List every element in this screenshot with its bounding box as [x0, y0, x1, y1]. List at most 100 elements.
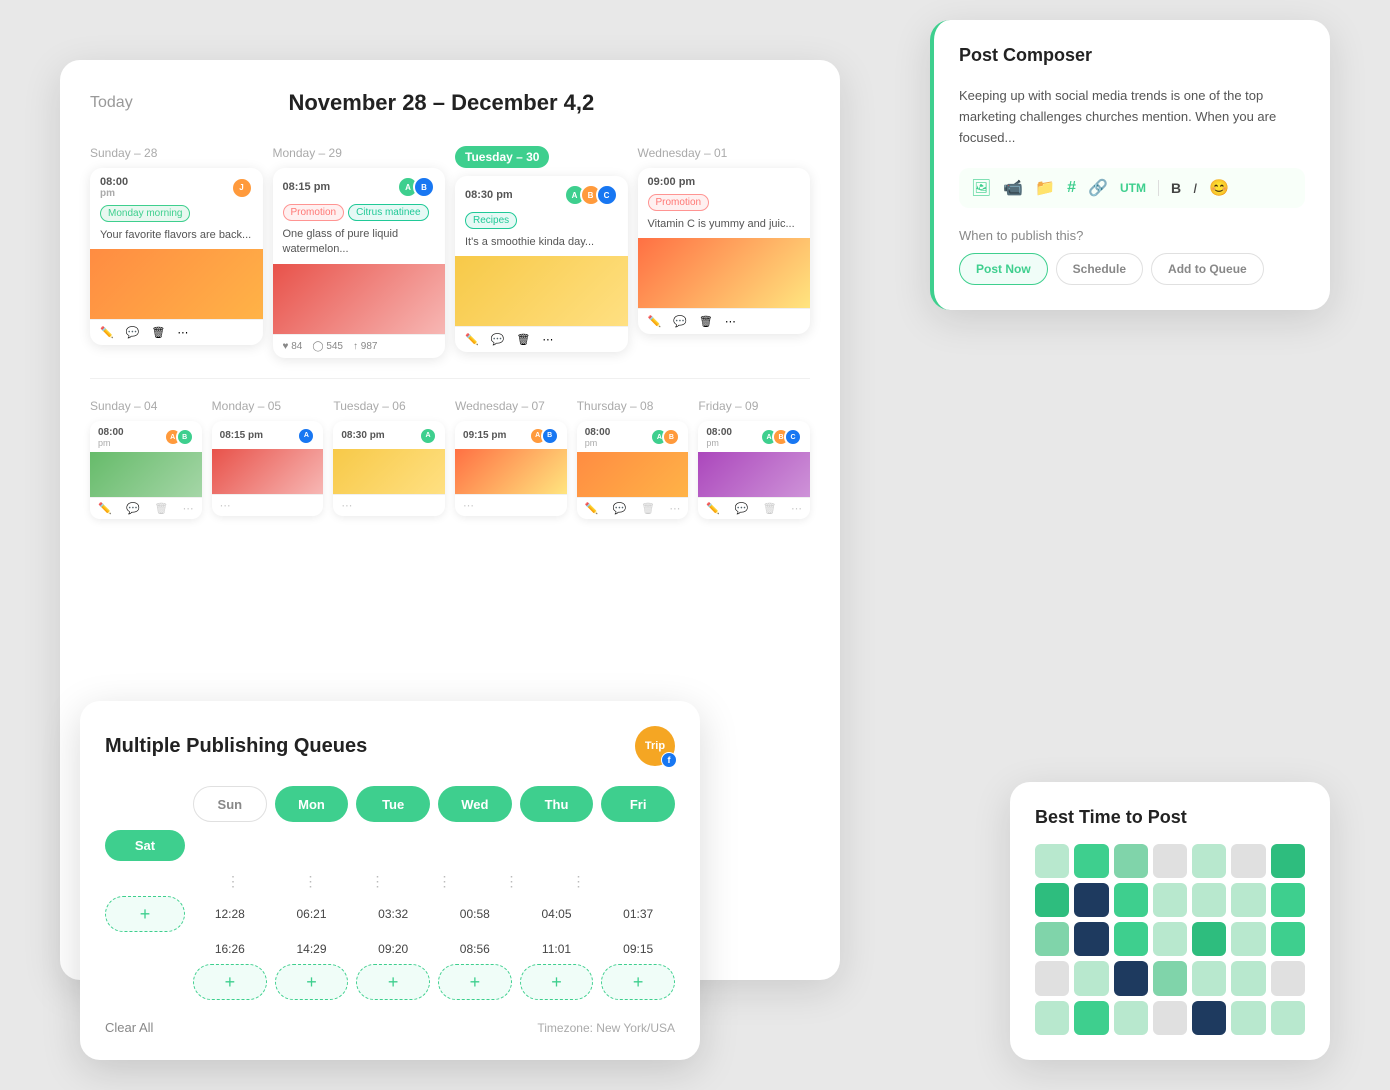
more-icon[interactable]: ⋯ — [220, 499, 231, 512]
more-icon[interactable]: ⋯ — [341, 499, 352, 512]
queue-add-btn-sun[interactable]: + — [105, 896, 185, 932]
day-tue-btn[interactable]: Tue — [356, 786, 430, 822]
post-card-sun28: 08:00 pm J Monday morning Your favorite … — [90, 168, 263, 345]
comment-icon[interactable]: 💬 — [491, 333, 505, 346]
more-icon[interactable]: ⋯ — [177, 326, 188, 339]
italic-icon[interactable]: I — [1193, 180, 1197, 196]
edit-icon[interactable]: ✏️ — [648, 315, 662, 328]
queue-time-mon-2: 16:26 — [193, 942, 267, 956]
best-time-panel: Best Time to Post — [1010, 782, 1330, 1060]
day-label-wed01: Wednesday – 01 — [638, 146, 811, 160]
heat-cell — [1074, 961, 1108, 995]
heat-cell — [1035, 883, 1069, 917]
card-actions: ♥ 84 ◯ 545 ↑ 987 — [273, 334, 446, 358]
edit-icon[interactable]: ✏️ — [465, 333, 479, 346]
post-time: 08:15 pm — [220, 430, 263, 441]
dots-thu: ⋮ — [415, 873, 474, 890]
day-col-wed01: Wednesday – 01 09:00 pm Promotion Vitami… — [638, 146, 811, 358]
image-icon[interactable]: 🖼 — [971, 178, 991, 198]
add-time-mon[interactable]: + — [193, 964, 267, 1000]
add-to-queue-btn[interactable]: Add to Queue — [1151, 253, 1264, 285]
delete-icon[interactable]: 🗑 — [154, 502, 168, 515]
card-actions: ✏️ 💬 🗑 ⋯ — [455, 326, 628, 352]
edit-icon[interactable]: ✏️ — [100, 326, 114, 339]
schedule-btn[interactable]: Schedule — [1056, 253, 1143, 285]
post-card-sm-fri09: 08:00 pm A B C ✏️ 💬 🗑 ⋯ — [698, 421, 810, 519]
add-time-tue[interactable]: + — [275, 964, 349, 1000]
post-time: 08:00 — [98, 427, 124, 438]
composer-text: Keeping up with social media trends is o… — [959, 86, 1305, 148]
folder-icon[interactable]: 📁 — [1035, 178, 1055, 198]
edit-icon[interactable]: ✏️ — [706, 502, 720, 515]
more-icon[interactable]: ⋯ — [725, 315, 736, 328]
post-card-header: 08:00 pm A B C — [698, 421, 810, 452]
queue-time-wed-1: 03:32 — [356, 907, 430, 921]
more-icon[interactable]: ⋯ — [183, 502, 194, 515]
bold-icon[interactable]: B — [1171, 180, 1181, 196]
heat-cell — [1153, 883, 1187, 917]
delete-icon[interactable]: 🗑 — [151, 326, 165, 339]
add-time-thu[interactable]: + — [438, 964, 512, 1000]
day-col-fri09: Friday – 09 08:00 pm A B C ✏️ 💬 — [698, 399, 810, 519]
comment-icon[interactable]: 💬 — [613, 502, 627, 515]
day-sat-btn[interactable]: Sat — [105, 830, 185, 861]
utm-label[interactable]: UTM — [1120, 181, 1146, 195]
post-image — [90, 249, 263, 319]
heat-cell — [1074, 922, 1108, 956]
comment-icon[interactable]: 💬 — [126, 502, 140, 515]
avatars: A B — [397, 176, 435, 198]
add-time-fri[interactable]: + — [520, 964, 594, 1000]
day-col-mon29: Monday – 29 08:15 pm A B Promotion Citru… — [273, 146, 446, 358]
day-label-tue30: Tuesday – 30 — [455, 146, 549, 168]
hashtag-icon[interactable]: # — [1067, 179, 1076, 197]
comment-icon[interactable]: 💬 — [673, 315, 687, 328]
day-thu-btn[interactable]: Thu — [520, 786, 594, 822]
clear-all-button[interactable]: Clear All — [105, 1020, 153, 1035]
more-icon[interactable]: ⋯ — [542, 333, 553, 346]
action-icons[interactable]: ✏️ 💬 🗑 ⋯ — [648, 315, 736, 328]
add-time-sat[interactable]: + — [601, 964, 675, 1000]
card-actions: ✏️ 💬 🗑 ⋯ — [698, 497, 810, 519]
edit-icon[interactable]: ✏️ — [98, 502, 112, 515]
day-mon-btn[interactable]: Mon — [275, 786, 349, 822]
heat-cell — [1114, 922, 1148, 956]
post-now-btn[interactable]: Post Now — [959, 253, 1048, 285]
delete-icon[interactable]: 🗑 — [516, 333, 530, 346]
more-icon[interactable]: ⋯ — [669, 502, 680, 515]
day-fri-btn[interactable]: Fri — [601, 786, 675, 822]
avatar: B — [413, 176, 435, 198]
delete-icon[interactable]: 🗑 — [763, 502, 777, 515]
heat-cell — [1153, 1001, 1187, 1035]
post-subtime: pm — [585, 438, 611, 448]
days-grid-header: Sun Mon Tue Wed Thu Fri Sat — [105, 786, 675, 861]
publish-section-title: When to publish this? — [959, 228, 1305, 243]
action-icons[interactable]: ✏️ 💬 🗑 ⋯ — [100, 326, 188, 339]
delete-icon[interactable]: 🗑 — [641, 502, 655, 515]
card-actions: ✏️ 💬 🗑 ⋯ — [90, 497, 202, 519]
more-icon[interactable]: ⋯ — [463, 499, 474, 512]
video-icon[interactable]: 📹 — [1003, 178, 1023, 198]
link-icon[interactable]: 🔗 — [1088, 178, 1108, 198]
day-sun-btn[interactable]: Sun — [193, 786, 267, 822]
emoji-icon[interactable]: 😊 — [1209, 178, 1229, 198]
card-actions: ⋯ — [212, 494, 324, 516]
post-card-header: 09:00 pm — [638, 168, 811, 192]
comment-icon[interactable]: 💬 — [734, 502, 748, 515]
post-card-sm-wed07: 09:15 pm A B ⋯ — [455, 421, 567, 516]
avatars: A B C — [564, 184, 618, 206]
post-image — [638, 238, 811, 308]
comment-icon[interactable]: 💬 — [126, 326, 140, 339]
add-time-wed[interactable]: + — [356, 964, 430, 1000]
edit-icon[interactable]: ✏️ — [585, 502, 599, 515]
today-button[interactable]: Today — [90, 94, 133, 112]
delete-icon[interactable]: 🗑 — [699, 315, 713, 328]
post-text: Your favorite flavors are back... — [90, 226, 263, 249]
day-label-sun28: Sunday – 28 — [90, 146, 263, 160]
more-icon[interactable]: ⋯ — [791, 502, 802, 515]
action-icons[interactable]: ✏️ 💬 🗑 ⋯ — [465, 333, 553, 346]
avatar: B — [541, 427, 559, 445]
day-wed-btn[interactable]: Wed — [438, 786, 512, 822]
card-actions: ✏️ 💬 🗑 ⋯ — [577, 497, 689, 519]
post-image — [333, 449, 445, 494]
day-label-mon05: Monday – 05 — [212, 399, 324, 413]
